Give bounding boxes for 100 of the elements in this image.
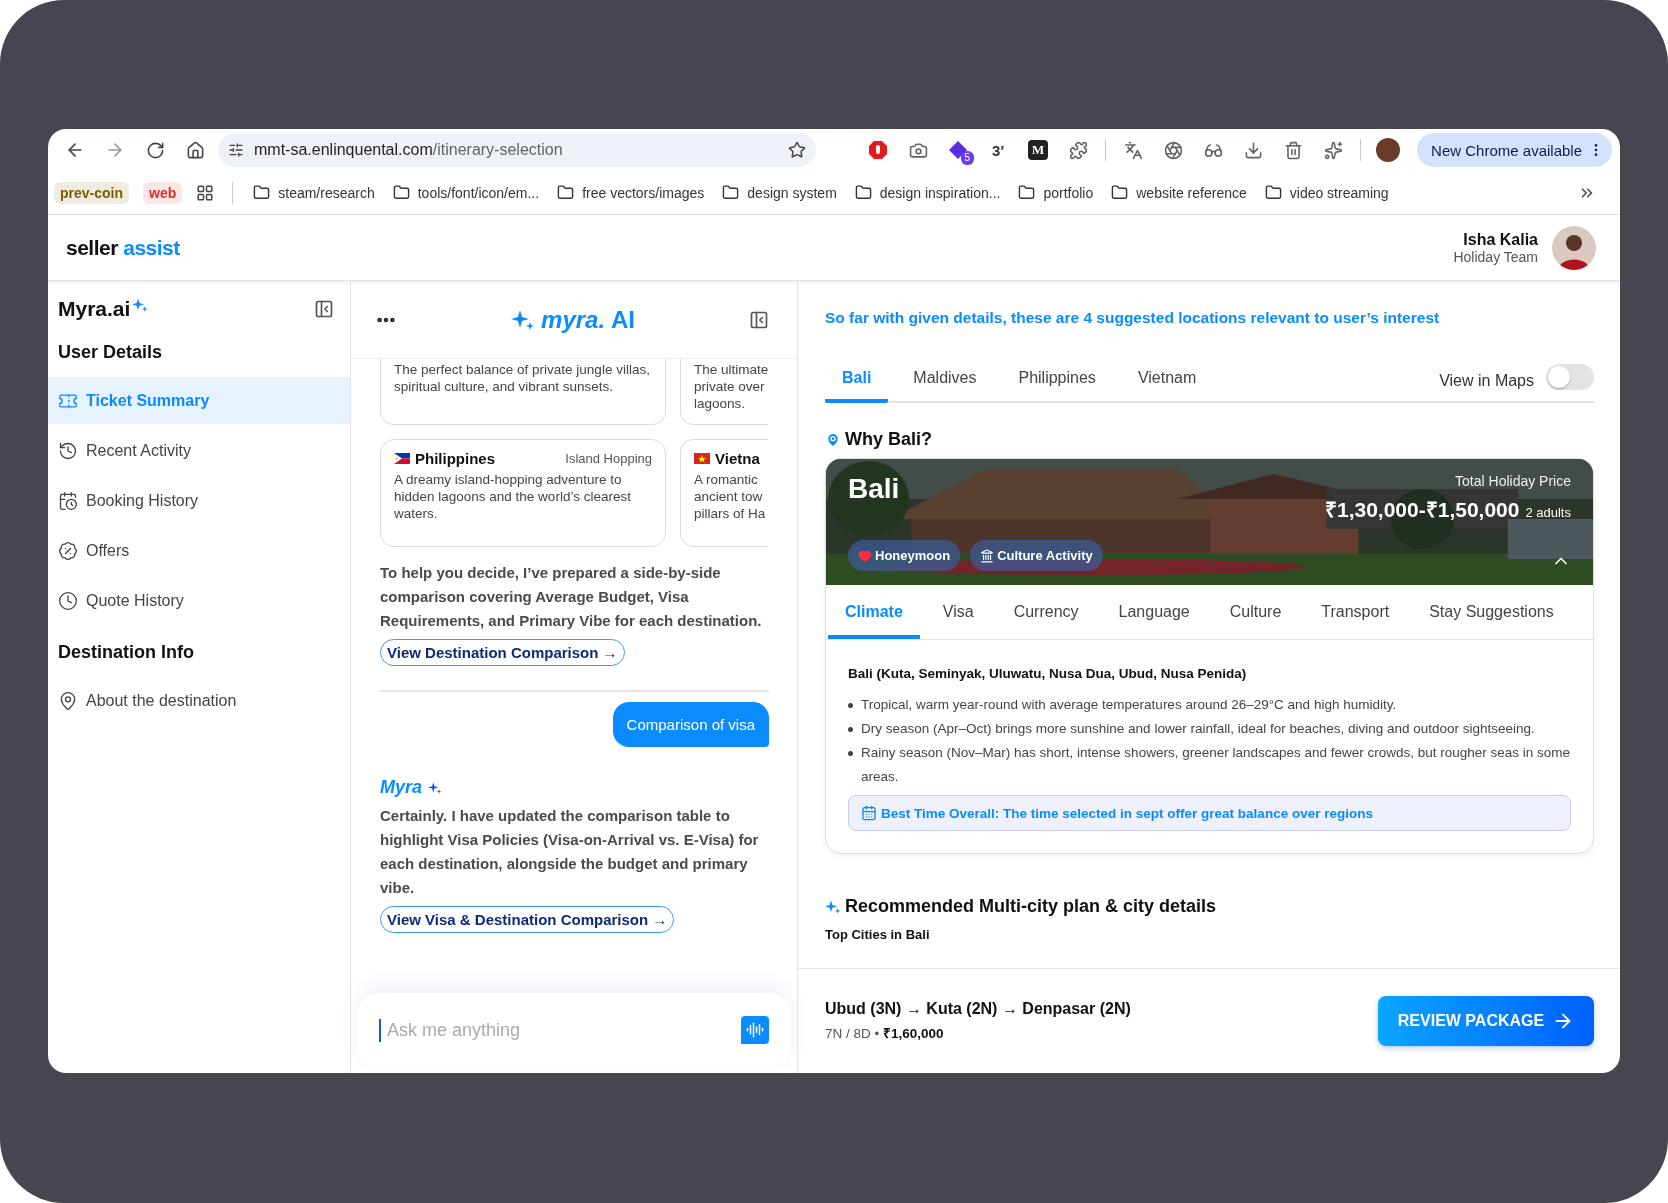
site-settings-icon[interactable]: [228, 142, 244, 158]
interest-tag: Honeymoon: [848, 540, 961, 571]
location-pin-icon: [58, 690, 78, 711]
destination-card[interactable]: The ultimate private over lagoons.: [680, 359, 768, 425]
package-meta: 7N / 8D • ₹1,60,000: [825, 1025, 945, 1042]
address-bar[interactable]: mmt-sa.enlinquental.com/itinerary-selection: [218, 133, 816, 167]
info-tab[interactable]: Currency: [996, 585, 1096, 639]
sparkle-icon: [428, 780, 443, 795]
maps-toggle[interactable]: [1546, 364, 1594, 390]
bookmark-chip[interactable]: web: [143, 181, 183, 204]
price-label: Total Holiday Price: [1455, 473, 1571, 489]
location-pin-icon: [825, 431, 841, 448]
sidebar-item[interactable]: Recent Activity: [48, 427, 350, 474]
bookmark-folder[interactable]: design system: [720, 180, 839, 205]
destination-tab[interactable]: Vietnam: [1120, 361, 1214, 403]
card-description: A romantic ancient tow pillars of Ha: [694, 471, 767, 522]
folder-icon: [1018, 184, 1036, 201]
extension-badge: 5: [960, 151, 975, 165]
sidebar-item[interactable]: About the destination: [48, 677, 350, 724]
extension-button[interactable]: 3′: [981, 133, 1016, 167]
destination-card[interactable]: Vietna A romantic ancient tow pillars of Ha: [680, 439, 768, 547]
comparison-link[interactable]: View Visa & Destination Comparison →: [380, 906, 675, 933]
history-icon: [58, 440, 78, 461]
sidebar-item[interactable]: Offers: [48, 527, 350, 574]
collapse-panel-icon[interactable]: [749, 309, 769, 330]
bookmark-folder[interactable]: portfolio: [1016, 180, 1096, 205]
translate-icon[interactable]: [1123, 140, 1143, 160]
url-text: mmt-sa.enlinquental.com/itinerary-selection: [254, 141, 564, 159]
info-tab[interactable]: Stay Suggestions: [1412, 585, 1571, 639]
puzzle-icon[interactable]: [1068, 140, 1088, 160]
bookmark-folder[interactable]: tools/font/icon/em...: [390, 180, 542, 205]
trash-icon[interactable]: [1283, 140, 1303, 160]
destination-tab[interactable]: Maldives: [896, 361, 994, 403]
user-avatar[interactable]: [1552, 225, 1596, 270]
climate-heading: Bali (Kuta, Seminyak, Uluwatu, Nusa Dua, Ubud, Nusa Penida): [848, 666, 1248, 681]
destination-tab[interactable]: Philippines: [1001, 361, 1113, 403]
section-title: Why Bali?: [845, 429, 932, 450]
bookmark-folder[interactable]: video streaming: [1262, 180, 1391, 205]
voice-icon[interactable]: [741, 1016, 769, 1044]
traveller-count: 2 adults: [1525, 505, 1571, 520]
folder-icon: [722, 184, 740, 201]
card-title: Philippines: [415, 450, 495, 467]
bot-name: Myra: [380, 777, 423, 798]
chat-input[interactable]: Ask me anything: [379, 1018, 733, 1042]
bookmark-star-icon[interactable]: [788, 141, 806, 159]
bookmark-folder[interactable]: free vectors/images: [555, 180, 707, 205]
review-package-button[interactable]: REVIEW PACKAGE: [1378, 996, 1594, 1046]
card-title: Vietna: [715, 450, 760, 467]
collapse-panel-icon[interactable]: [314, 299, 334, 319]
diamond-icon[interactable]: [948, 140, 969, 160]
bookmark-folder[interactable]: steam/research: [251, 180, 377, 205]
folder-icon: [1111, 184, 1129, 201]
info-tab[interactable]: Visa: [925, 585, 991, 639]
update-button[interactable]: New Chrome available: [1417, 133, 1612, 167]
sidebar-item[interactable]: Quote History: [48, 577, 350, 624]
download-icon[interactable]: [1243, 140, 1263, 160]
sparkle-star-icon[interactable]: [1323, 140, 1343, 160]
comparison-link[interactable]: View Destination Comparison →: [380, 639, 625, 666]
apps-grid-icon[interactable]: [196, 183, 215, 202]
destination-name: Bali: [848, 473, 901, 505]
sidebar-title: Myra.ai: [58, 297, 131, 321]
percent-badge-icon: [58, 540, 78, 561]
bullet-dot: [848, 727, 853, 732]
folder-icon: [392, 184, 410, 201]
camera-icon[interactable]: [908, 140, 928, 160]
card-description: The ultimate private over lagoons.: [694, 361, 768, 412]
profile-avatar[interactable]: [1376, 138, 1401, 162]
info-tab[interactable]: Language: [1101, 585, 1207, 639]
folder-icon: [253, 184, 271, 201]
climate-point: Dry season (Apr–Oct) brings more sunshine and lower rainfall, ideal for beaches, diving and outdoor sightseeing.: [861, 720, 1535, 738]
section-title: Recommended Multi-city plan & city details: [845, 896, 1217, 917]
user-team: Holiday Team: [1453, 248, 1538, 265]
bookmark-folder[interactable]: website reference: [1109, 180, 1249, 205]
best-time-text: Best Time Overall: The time selected in sept offer great balance over regions: [881, 805, 1373, 821]
flag-icon: [394, 453, 410, 464]
section-title: Destination Info: [57, 640, 195, 664]
sparkle-icon: [132, 297, 149, 313]
info-tab[interactable]: Culture: [1212, 585, 1299, 639]
aperture-icon[interactable]: [1163, 140, 1183, 160]
card-description: The perfect balance of private jungle villas, spiritual culture, and vibrant sunsets.: [394, 361, 651, 395]
subsection-title: Top Cities in Bali: [825, 927, 931, 942]
sidebar-item[interactable]: Booking History: [48, 477, 350, 524]
heart-icon: [858, 548, 872, 563]
interest-tag: Culture Activity: [970, 540, 1103, 571]
climate-point: Tropical, warm year-round with average temperatures around 26–29°C and high humidity.: [861, 696, 1397, 714]
destination-card[interactable]: Philippines Island Hopping A dreamy island-hopping adventure to hidden lagoons and the world’s clearest waters.: [380, 439, 666, 547]
extension-button[interactable]: M: [1021, 133, 1056, 167]
climate-point: Rainy season (Nov–Mar) has short, intense showers, greener landscapes and fewer crowds, but rougher seas in some areas.: [861, 744, 1571, 786]
flag-icon: [694, 453, 710, 464]
destination-card[interactable]: The perfect balance of private jungle villas, spiritual culture, and vibrant sunsets.: [380, 359, 666, 425]
info-tab[interactable]: Transport: [1304, 585, 1407, 639]
route-summary: Ubud (3N) → Kuta (2N) → Denpasar (2N): [825, 1000, 1131, 1018]
bot-message: Certainly. I have updated the comparison table to highlight Visa Policies (Visa-on-Arrival vs. E-Visa) for each destination, alongside the budget and primary vibe.: [380, 806, 760, 898]
stop-sign-icon[interactable]: [868, 140, 889, 160]
card-tag: Island Hopping: [565, 450, 652, 467]
folder-icon: [854, 184, 872, 201]
bookmark-folder[interactable]: design inspiration...: [852, 180, 1003, 205]
bookmark-chip[interactable]: prev-coin: [54, 181, 129, 204]
calendar-clock-icon: [58, 490, 78, 511]
user-name: Isha Kalia: [1463, 230, 1538, 249]
